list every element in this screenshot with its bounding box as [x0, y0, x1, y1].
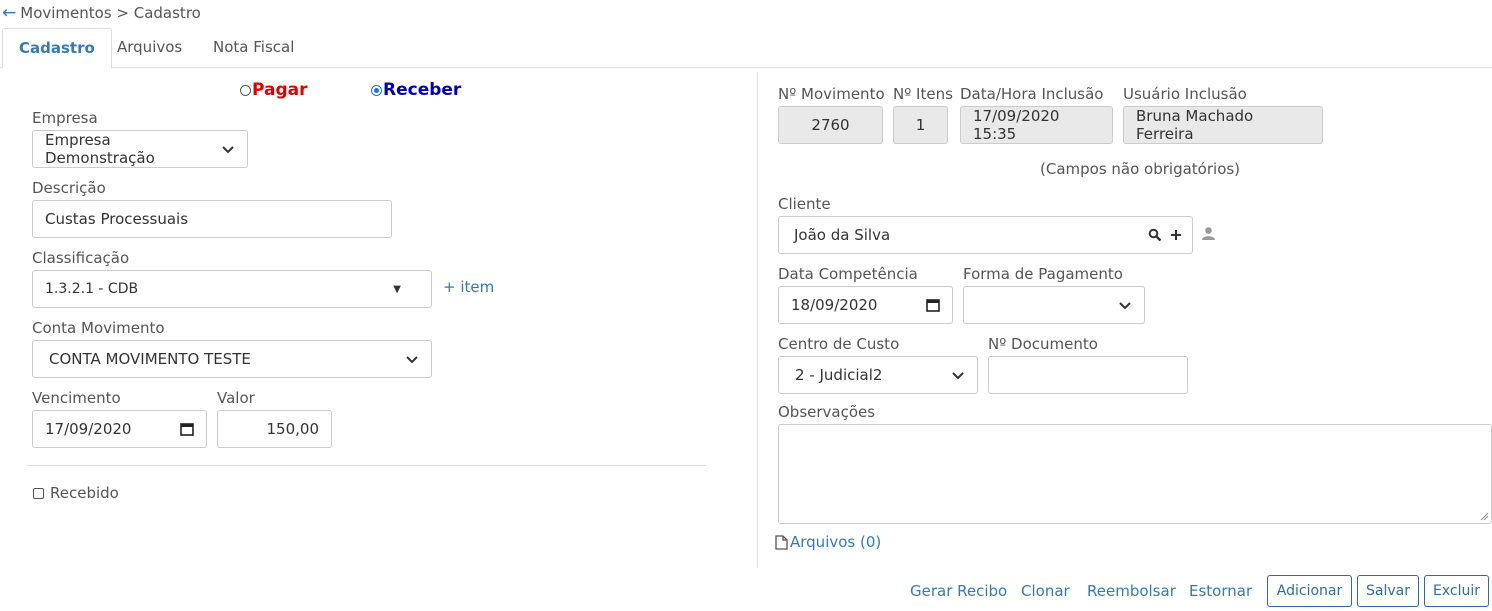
radio-receber[interactable]: Receber — [371, 80, 461, 100]
centro-value: 2 - Judicial2 — [795, 366, 883, 384]
radio-pagar[interactable]: Pagar — [240, 80, 308, 100]
radio-pagar-label: Pagar — [252, 80, 308, 100]
observacoes-textarea[interactable] — [778, 424, 1492, 524]
chevron-down-icon — [222, 146, 234, 154]
usuario-field: Bruna Machado Ferreira — [1123, 106, 1323, 144]
itens-value: 1 — [915, 116, 926, 134]
conta-value: CONTA MOVIMENTO TESTE — [49, 350, 251, 368]
itens-label: Nº Itens — [893, 85, 953, 103]
column-divider — [757, 72, 758, 568]
documento-input[interactable] — [988, 356, 1188, 394]
movimento-field: 2760 — [778, 106, 883, 144]
radio-receber-label: Receber — [383, 80, 462, 100]
observacoes-label: Observações — [778, 403, 876, 421]
conta-label: Conta Movimento — [32, 319, 165, 337]
valor-input[interactable]: 150,00 — [217, 410, 332, 448]
radio-pagar-circle[interactable] — [240, 84, 251, 96]
centro-select[interactable]: 2 - Judicial2 — [778, 356, 978, 394]
chevron-down-icon — [406, 356, 418, 364]
tab-bar: Cadastro Arquivos Nota Fiscal — [0, 28, 1492, 69]
cliente-value: João da Silva — [794, 226, 891, 244]
chevron-down-icon — [1119, 302, 1131, 310]
cliente-input[interactable]: João da Silva — [778, 216, 1193, 254]
movimento-label: Nº Movimento — [778, 85, 885, 103]
valor-label: Valor — [217, 389, 255, 407]
competencia-date-input[interactable]: 18/09/2020 — [778, 286, 953, 324]
usuario-label: Usuário Inclusão — [1123, 85, 1247, 103]
data-inclusao-label: Data/Hora Inclusão — [960, 85, 1104, 103]
clonar-link[interactable]: Clonar — [1021, 582, 1070, 600]
radio-receber-circle[interactable] — [371, 84, 382, 96]
itens-field: 1 — [893, 106, 948, 144]
movimento-value: 2760 — [811, 116, 850, 134]
arquivos-link-text[interactable]: Arquivos (0) — [790, 533, 881, 551]
left-divider — [27, 465, 706, 466]
file-icon — [775, 534, 788, 550]
empresa-label: Empresa — [32, 109, 98, 127]
recebido-checkbox-box[interactable] — [33, 487, 44, 499]
documento-label: Nº Documento — [988, 335, 1098, 353]
breadcrumb-text[interactable]: Movimentos > Cadastro — [20, 4, 201, 22]
descricao-value: Custas Processuais — [45, 210, 189, 228]
cliente-label: Cliente — [778, 195, 831, 213]
vencimento-date-input[interactable]: 17/09/2020 — [32, 410, 207, 448]
forma-select[interactable] — [963, 286, 1145, 324]
classificacao-value: 1.3.2.1 - CDB — [45, 281, 139, 297]
arquivos-link[interactable]: Arquivos (0) — [775, 533, 881, 551]
data-inclusao-field: 17/09/2020 15:35 — [960, 106, 1113, 144]
data-inclusao-value: 17/09/2020 15:35 — [973, 107, 1060, 143]
estornar-link[interactable]: Estornar — [1189, 582, 1252, 600]
vencimento-value: 17/09/2020 — [45, 420, 132, 438]
vencimento-label: Vencimento — [32, 389, 121, 407]
tab-arquivos[interactable]: Arquivos — [101, 28, 198, 68]
recebido-label: Recebido — [50, 484, 119, 502]
recebido-checkbox[interactable]: Recebido — [33, 484, 119, 502]
resize-handle-icon[interactable] — [1479, 511, 1489, 521]
breadcrumb: ← Movimentos > Cadastro — [2, 4, 201, 22]
empresa-value: Empresa Demonstração — [45, 131, 155, 167]
empresa-select[interactable]: Empresa Demonstração — [32, 130, 248, 168]
caret-down-icon: ▼ — [393, 283, 401, 295]
forma-label: Forma de Pagamento — [963, 265, 1123, 283]
search-icon[interactable] — [1148, 228, 1162, 242]
tab-cadastro[interactable]: Cadastro — [2, 28, 112, 69]
calendar-icon[interactable] — [180, 422, 194, 436]
usuario-value: Bruna Machado Ferreira — [1136, 107, 1254, 143]
descricao-input[interactable]: Custas Processuais — [32, 200, 392, 238]
classificacao-label: Classificação — [32, 249, 130, 267]
competencia-label: Data Competência — [778, 265, 918, 283]
salvar-button[interactable]: Salvar — [1357, 575, 1419, 607]
reembolsar-link[interactable]: Reembolsar — [1087, 582, 1176, 600]
valor-value: 150,00 — [266, 420, 320, 438]
calendar-icon[interactable] — [926, 298, 940, 312]
user-icon[interactable] — [1201, 226, 1216, 241]
tab-nota-fiscal[interactable]: Nota Fiscal — [197, 28, 310, 68]
adicionar-button[interactable]: Adicionar — [1267, 575, 1352, 607]
chevron-down-icon — [952, 372, 964, 380]
centro-label: Centro de Custo — [778, 335, 900, 353]
excluir-button[interactable]: Excluir — [1424, 575, 1489, 607]
classificacao-select[interactable]: 1.3.2.1 - CDB ▼ — [32, 270, 432, 308]
conta-select[interactable]: CONTA MOVIMENTO TESTE — [32, 340, 432, 378]
gerar-recibo-link[interactable]: Gerar Recibo — [910, 582, 1007, 600]
campos-note: (Campos não obrigatórios) — [1040, 160, 1241, 178]
competencia-value: 18/09/2020 — [791, 296, 878, 314]
add-item-link[interactable]: + item — [443, 278, 494, 296]
back-arrow-icon[interactable]: ← — [2, 4, 16, 22]
plus-icon[interactable] — [1170, 229, 1182, 241]
descricao-label: Descrição — [32, 179, 106, 197]
